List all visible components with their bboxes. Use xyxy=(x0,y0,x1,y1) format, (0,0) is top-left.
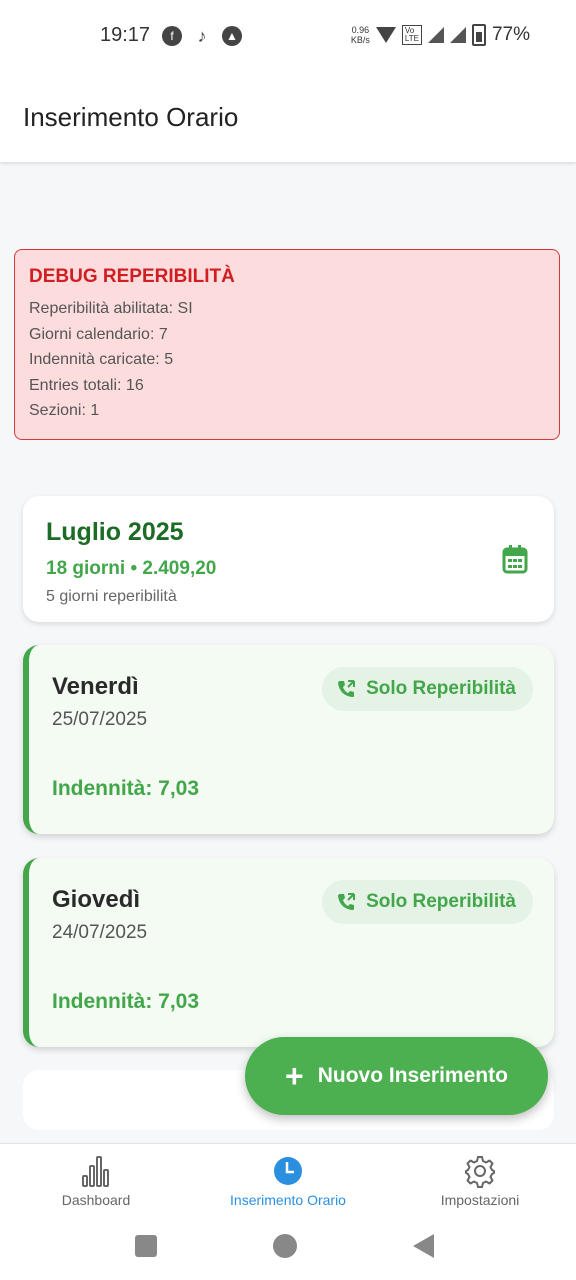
reperibilita-chip: Solo Reperibilità xyxy=(322,880,533,924)
nav-item-inserimento-orario[interactable]: Inserimento Orario xyxy=(192,1154,384,1208)
new-entry-label: Nuovo Inserimento xyxy=(317,1064,508,1087)
status-bar: 19:17 f ♪ ▲ 0.96 KB/s Vo LTE 77% xyxy=(0,0,576,72)
debug-panel: DEBUG REPERIBILITÀ Reperibilità abilitat… xyxy=(14,249,560,440)
page-title: Inserimento Orario xyxy=(23,102,239,132)
signal-icon-2 xyxy=(449,27,466,43)
chip-label: Solo Reperibilità xyxy=(366,891,516,912)
nav-label: Inserimento Orario xyxy=(230,1192,346,1208)
gear-icon xyxy=(465,1156,495,1188)
wifi-icon xyxy=(375,27,396,43)
nav-item-impostazioni[interactable]: Impostazioni xyxy=(384,1154,576,1208)
entry-date: 24/07/2025 xyxy=(52,922,148,943)
entry-indennita: Indennità: 7,03 xyxy=(52,990,200,1013)
facebook-icon: f xyxy=(162,26,182,46)
battery-icon xyxy=(471,24,486,46)
new-entry-button[interactable]: + Nuovo Inserimento xyxy=(245,1037,548,1115)
bottom-nav: Dashboard Inserimento Orario Impostazion… xyxy=(0,1143,576,1224)
plus-icon: + xyxy=(285,1058,304,1094)
debug-title: DEBUG REPERIBILITÀ xyxy=(29,266,235,287)
battery-percent: 77% xyxy=(491,24,530,45)
volte-icon: Vo LTE xyxy=(401,25,422,45)
calendar-icon[interactable] xyxy=(502,544,528,574)
debug-line: Indennità caricate: 5 xyxy=(29,351,174,368)
signal-icon xyxy=(427,27,444,43)
entry-date: 25/07/2025 xyxy=(52,709,148,730)
bar-chart-icon xyxy=(82,1156,109,1187)
month-summary-card[interactable]: Luglio 2025 18 giorni • 2.409,20 5 giorn… xyxy=(23,496,554,622)
recents-button[interactable] xyxy=(135,1235,157,1257)
entry-card[interactable]: Giovedì 24/07/2025 Solo Reperibilità Ind… xyxy=(23,858,554,1047)
phone-icon xyxy=(338,893,356,910)
nav-item-dashboard[interactable]: Dashboard xyxy=(0,1154,192,1208)
month-subtitle: 18 giorni • 2.409,20 xyxy=(46,558,217,579)
system-nav-bar xyxy=(0,1223,576,1280)
home-button[interactable] xyxy=(273,1234,297,1258)
nav-label: Dashboard xyxy=(61,1192,131,1208)
app-bar: Inserimento Orario xyxy=(0,72,576,162)
month-title: Luglio 2025 xyxy=(46,518,184,546)
chip-label: Solo Reperibilità xyxy=(366,678,516,699)
app-a-icon: ▲ xyxy=(222,26,242,46)
debug-line: Sezioni: 1 xyxy=(29,402,100,419)
entry-card[interactable]: Venerdì 25/07/2025 Solo Reperibilità Ind… xyxy=(23,645,554,834)
month-note: 5 giorni reperibilità xyxy=(46,588,177,605)
clock-icon xyxy=(274,1157,302,1185)
back-button[interactable] xyxy=(413,1234,434,1258)
status-time: 19:17 xyxy=(100,24,151,46)
system-indicators: 0.96 KB/s Vo LTE 77% xyxy=(351,24,530,46)
debug-line: Reperibilità abilitata: SI xyxy=(29,300,193,317)
debug-line: Giorni calendario: 7 xyxy=(29,325,168,343)
reperibilita-chip: Solo Reperibilità xyxy=(322,667,533,711)
entry-indennita: Indennità: 7,03 xyxy=(52,777,200,800)
nav-label: Impostazioni xyxy=(440,1192,520,1208)
entry-day: Venerdì xyxy=(52,673,139,700)
phone-icon xyxy=(338,680,356,697)
entry-day: Giovedì xyxy=(52,886,141,913)
net-speed: 0.96 KB/s xyxy=(350,25,370,45)
notification-icons: f ♪ ▲ xyxy=(162,26,242,46)
tiktok-icon: ♪ xyxy=(197,25,207,46)
debug-line: Entries totali: 16 xyxy=(29,376,144,394)
